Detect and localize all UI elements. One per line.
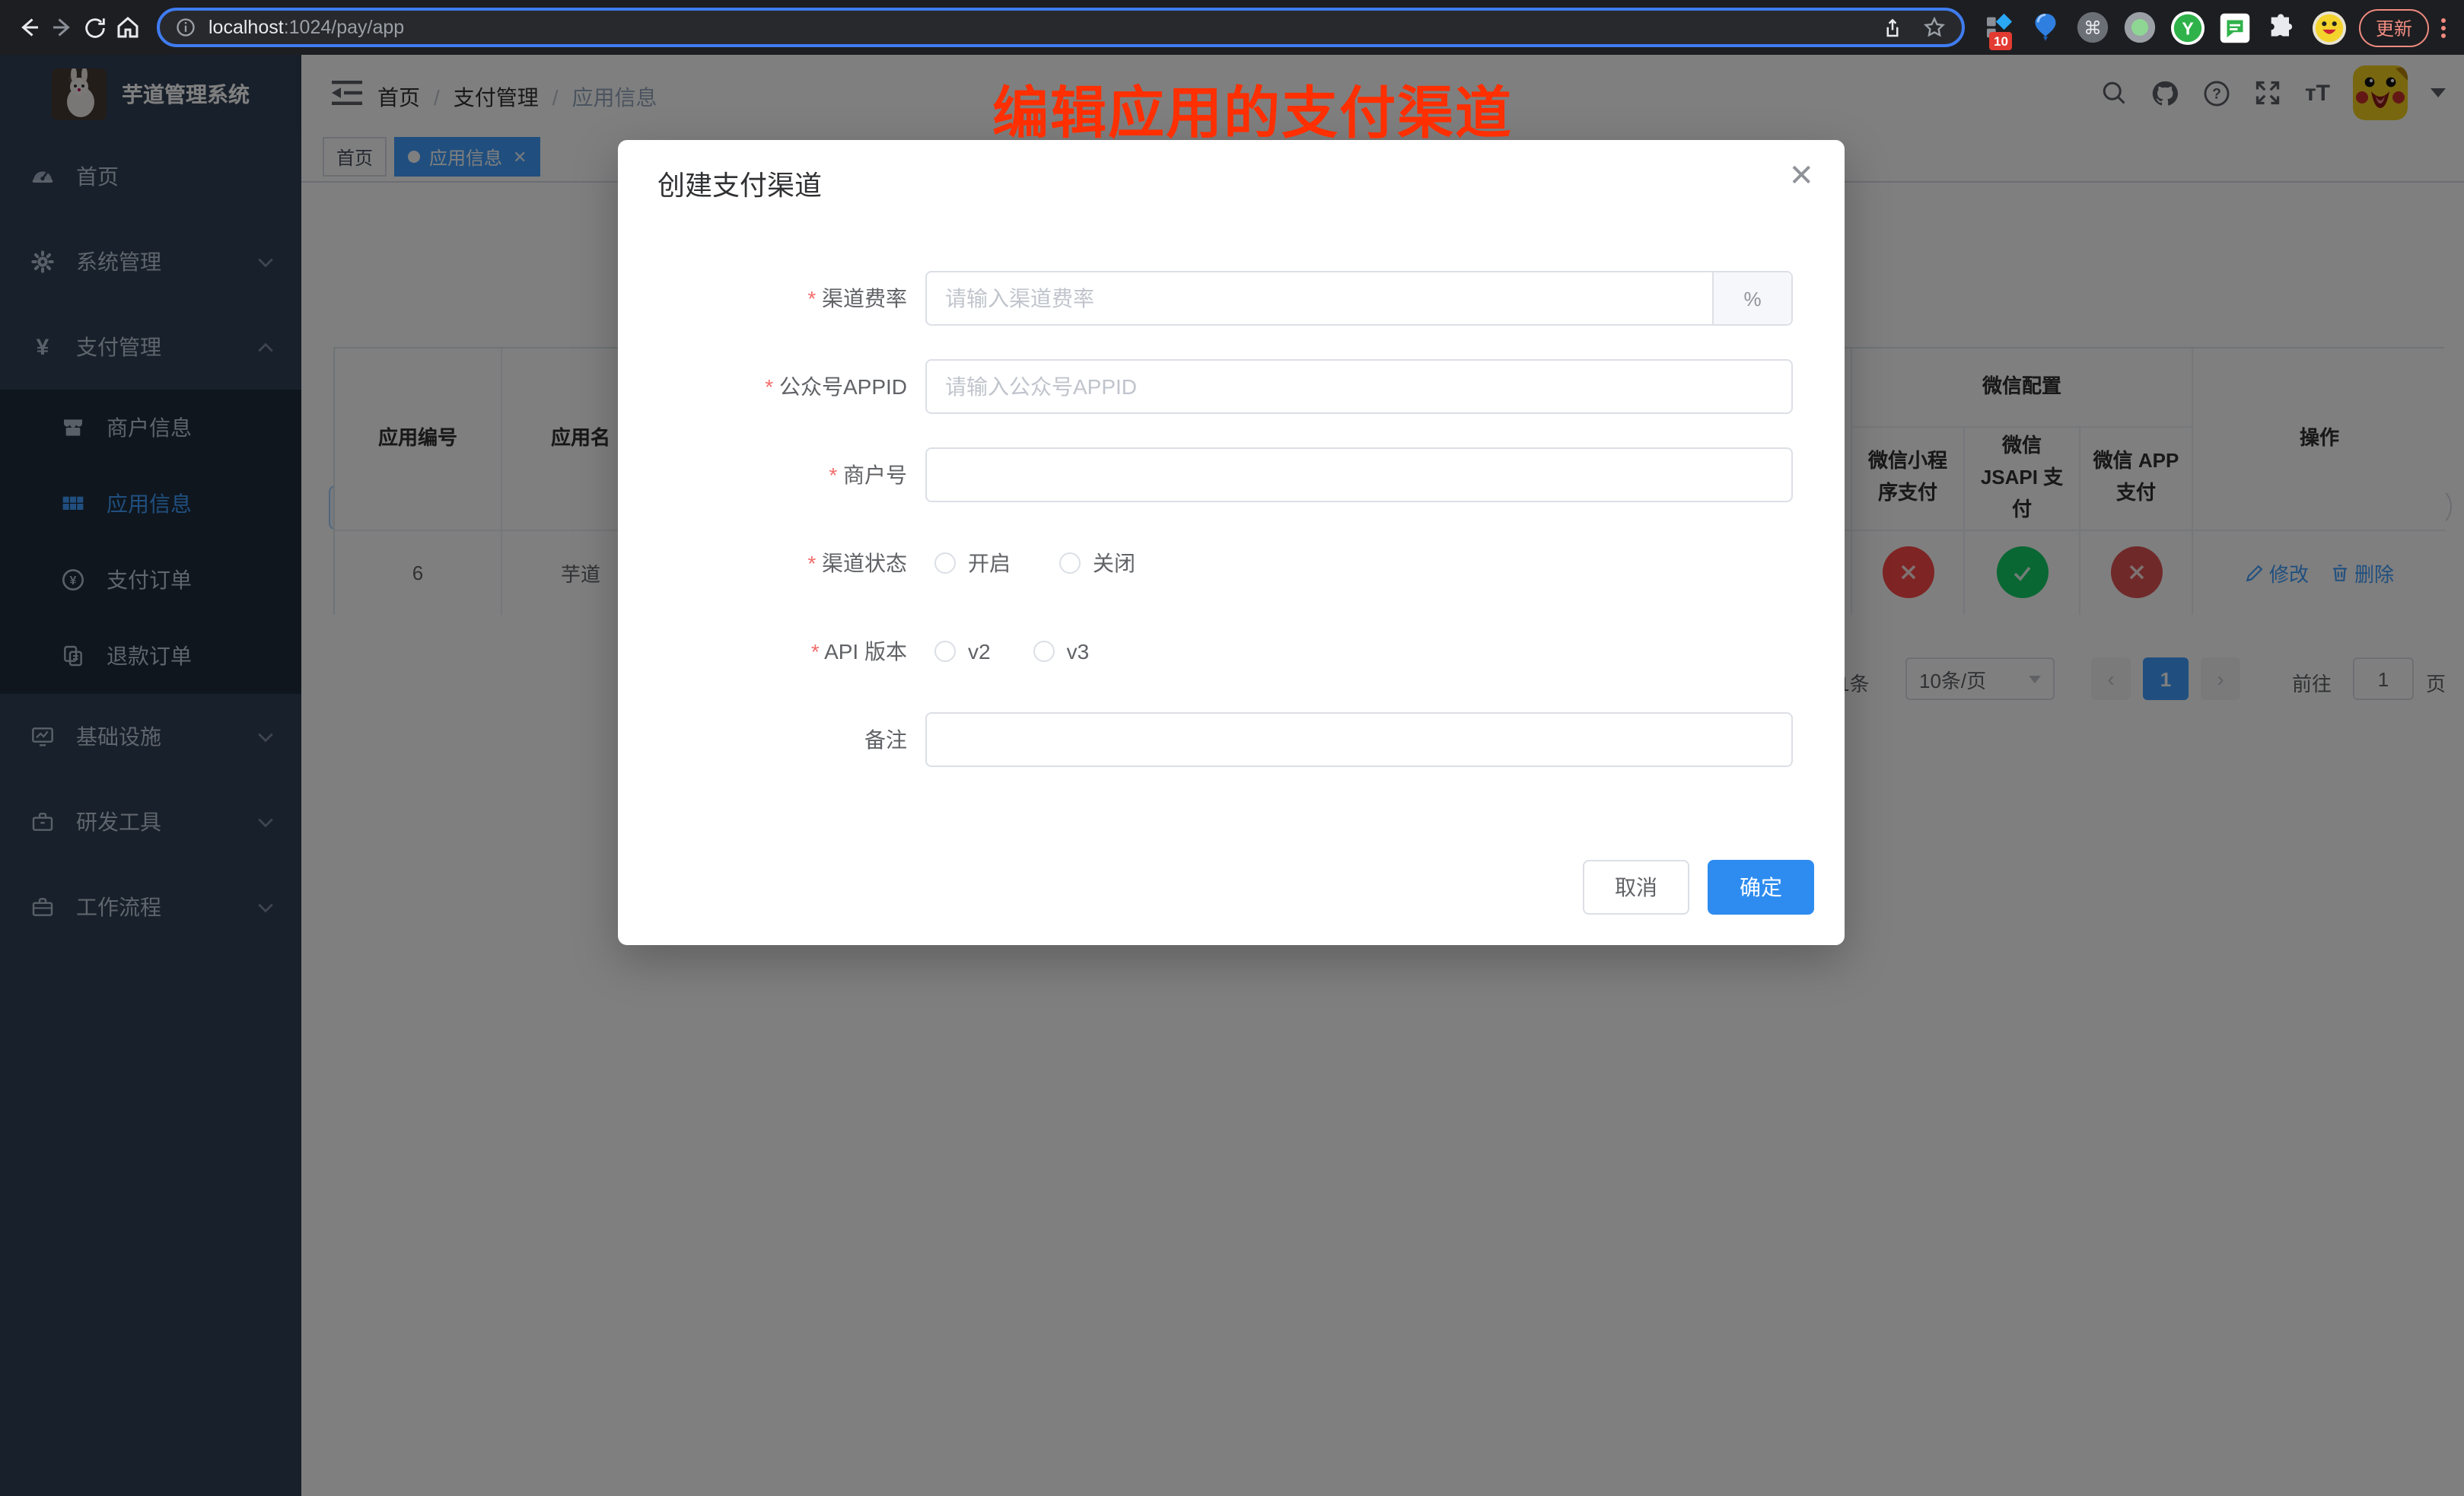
create-pay-channel-dialog: 创建支付渠道 ✕ 渠道费率 % 公众号APPID 商户号 渠道状态 [618, 140, 1845, 945]
field-label: 公众号APPID [657, 371, 925, 402]
field-label: 备注 [657, 724, 925, 755]
radio-status-on[interactable]: 开启 [934, 548, 1011, 578]
field-remark: 备注 [657, 712, 1793, 767]
field-label: 渠道状态 [657, 548, 925, 578]
browser-forward-icon[interactable] [49, 8, 76, 47]
remark-input[interactable] [927, 714, 1791, 766]
share-icon[interactable] [1881, 16, 1904, 39]
radio-label: 关闭 [1093, 548, 1135, 578]
field-channel-status: 渠道状态 开启 关闭 [657, 536, 1135, 590]
percent-suffix: % [1712, 272, 1791, 324]
extension-dot-icon[interactable] [2122, 9, 2158, 46]
radio-circle-icon [934, 552, 956, 574]
url-path: :1024/pay/app [284, 17, 405, 38]
radio-circle-icon [1033, 641, 1055, 662]
radio-circle-icon [934, 641, 956, 662]
close-icon[interactable]: ✕ [1788, 161, 1814, 192]
extension-grid-icon[interactable]: 10 [1980, 9, 2017, 46]
channel-rate-input[interactable] [927, 272, 1712, 324]
url-host: localhost [209, 17, 284, 38]
appid-input[interactable] [927, 361, 1791, 412]
browser-update-button[interactable]: 更新 [2359, 8, 2429, 46]
radio-api-v2[interactable]: v2 [934, 639, 991, 664]
annotation-text: 编辑应用的支付渠道 [992, 67, 1513, 149]
browser-home-icon[interactable] [114, 8, 142, 47]
radio-api-v3[interactable]: v3 [1033, 639, 1090, 664]
field-channel-rate: 渠道费率 % [657, 271, 1793, 326]
field-api-version: API 版本 v2 v3 [657, 624, 1089, 679]
field-merchant-no: 商户号 [657, 447, 1793, 502]
extensions-row: 10 ⌘ Y [1980, 9, 2347, 46]
merchant-no-input[interactable] [927, 449, 1791, 501]
radio-status-off[interactable]: 关闭 [1059, 548, 1135, 578]
screenshot-stage: localhost:1024/pay/app 10 ⌘ Y [0, 0, 2464, 1496]
field-label: API 版本 [657, 636, 925, 667]
browser-back-icon[interactable] [15, 8, 43, 47]
field-appid: 公众号APPID [657, 359, 1793, 414]
radio-circle-icon [1059, 552, 1081, 574]
browser-toolbar: localhost:1024/pay/app 10 ⌘ Y [0, 0, 2464, 55]
extension-chat-icon[interactable] [2216, 9, 2252, 46]
radio-label: 开启 [968, 548, 1011, 578]
profile-avatar-icon[interactable] [2310, 9, 2347, 46]
extension-command-icon[interactable]: ⌘ [2074, 9, 2111, 46]
bookmark-star-icon[interactable] [1922, 15, 1947, 40]
field-label: 商户号 [657, 460, 925, 490]
address-bar[interactable]: localhost:1024/pay/app [157, 8, 1965, 47]
field-label: 渠道费率 [657, 283, 925, 314]
dialog-title: 创建支付渠道 [657, 164, 822, 204]
radio-label: v2 [968, 639, 991, 664]
site-info-icon[interactable] [175, 17, 196, 38]
extension-badge: 10 [1989, 32, 2013, 50]
browser-reload-icon[interactable] [82, 8, 108, 47]
confirm-button[interactable]: 确定 [1708, 860, 1814, 915]
svg-text:Y: Y [2181, 18, 2192, 38]
extension-balloon-icon[interactable] [2027, 9, 2064, 46]
svg-text:⌘: ⌘ [2084, 18, 2102, 39]
browser-menu-icon[interactable] [2441, 18, 2446, 37]
extensions-puzzle-icon[interactable] [2263, 9, 2300, 46]
radio-label: v3 [1067, 639, 1090, 664]
extension-y-icon[interactable]: Y [2169, 9, 2205, 46]
cancel-button[interactable]: 取消 [1583, 860, 1689, 915]
